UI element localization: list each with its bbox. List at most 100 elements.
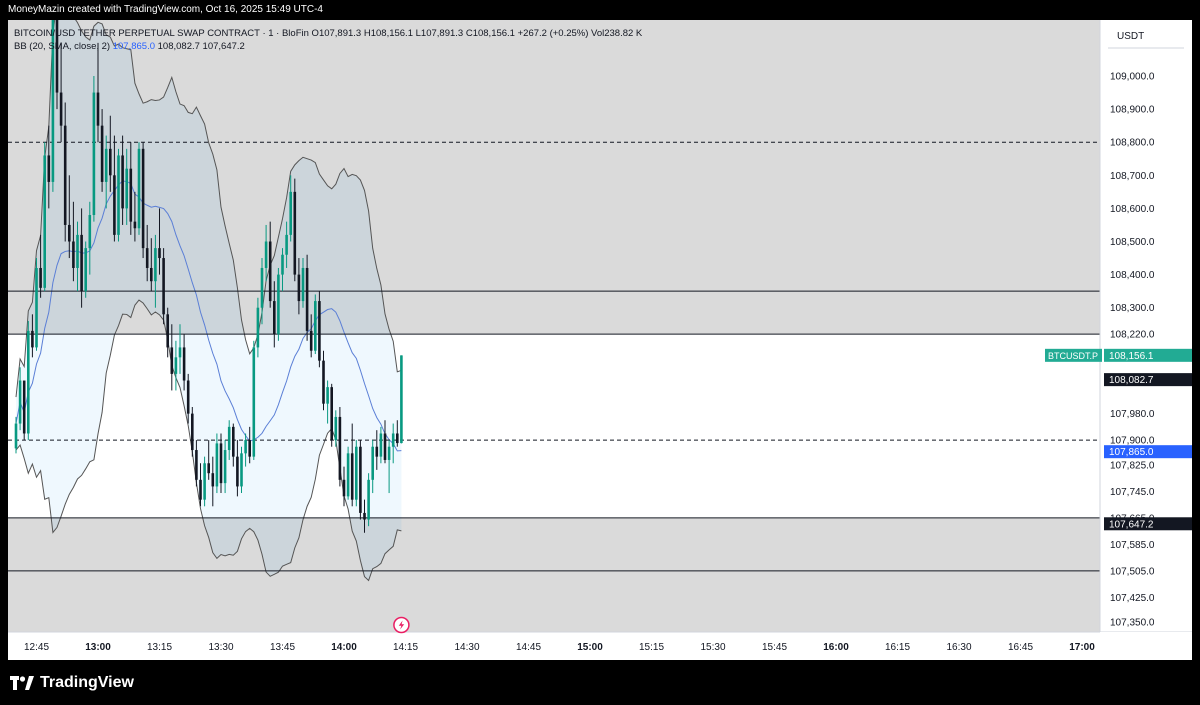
legend-change: +267.2 (+0.25%) xyxy=(517,28,589,39)
candle-body xyxy=(363,512,366,520)
price-tick-label: 108,220.0 xyxy=(1110,330,1155,341)
candle-body xyxy=(186,380,190,414)
legend-h-label: H xyxy=(363,28,371,39)
bb-indicator-name[interactable]: BB (20, SMA, close, 2) xyxy=(14,41,110,52)
candle-body xyxy=(145,248,149,268)
legend-low: 107,891.3 xyxy=(420,28,464,39)
candle-body xyxy=(162,258,165,315)
legend-symbol[interactable]: BITCOIN/USD TETHER PERPETUAL SWAP CONTRA… xyxy=(14,28,309,39)
candle-body xyxy=(355,446,358,500)
candle-body xyxy=(297,274,301,302)
price-tick-label: 108,700.0 xyxy=(1110,171,1155,182)
time-tick-label: 15:30 xyxy=(700,642,725,653)
candle-body xyxy=(375,446,379,457)
candle-body xyxy=(191,413,194,451)
candle-body xyxy=(367,479,370,520)
candle-body xyxy=(170,347,174,374)
candle-body xyxy=(76,234,79,268)
candle-body xyxy=(244,440,247,454)
legend-o-label: O xyxy=(311,28,319,39)
candle-body xyxy=(346,453,350,497)
time-tick-label: 14:45 xyxy=(516,642,541,653)
chart-frame[interactable]: USDT 109,000.0 108,900.0 108,800.0 108,700.0… xyxy=(8,20,1192,660)
price-tick-label: 108,600.0 xyxy=(1110,204,1155,215)
candle-body xyxy=(264,241,268,268)
candle-body xyxy=(350,453,354,500)
candle-body xyxy=(326,387,329,404)
price-tick-label: 107,505.0 xyxy=(1110,566,1155,577)
candle-body xyxy=(166,314,169,348)
candle-body xyxy=(92,92,96,216)
candle-body xyxy=(63,125,67,225)
candle-body xyxy=(68,224,71,242)
candle-body xyxy=(232,426,235,457)
candle-body xyxy=(84,248,87,292)
candle-body xyxy=(342,479,346,497)
time-tick-label: 14:15 xyxy=(393,642,418,653)
candle-body xyxy=(154,248,157,282)
candle-body xyxy=(59,92,63,126)
candlestick-chart[interactable]: USDT 109,000.0 108,900.0 108,800.0 108,700.0… xyxy=(8,20,1192,660)
price-label-value: 107,865.0 xyxy=(1109,447,1154,458)
candle-body xyxy=(129,168,133,222)
candle-body xyxy=(39,267,42,288)
price-tick-label: 109,000.0 xyxy=(1110,72,1155,83)
candle-body xyxy=(195,450,198,480)
time-tick-label: 16:45 xyxy=(1008,642,1033,653)
candle-body xyxy=(121,155,124,209)
legend-c-label: C xyxy=(465,28,473,39)
candle-body xyxy=(18,380,22,424)
candle-body xyxy=(301,267,305,302)
candle-body xyxy=(35,267,38,348)
time-tick-label: 15:45 xyxy=(762,642,787,653)
price-tick-label: 108,300.0 xyxy=(1110,303,1155,314)
brand-name: TradingView xyxy=(40,674,134,691)
candle-body xyxy=(281,254,284,275)
candle-body xyxy=(203,463,206,500)
candle-body xyxy=(96,92,100,126)
candle-body xyxy=(43,155,46,288)
candle-body xyxy=(182,347,186,381)
candle-body xyxy=(248,440,251,457)
time-tick-label: 14:00 xyxy=(331,642,357,653)
candle-body xyxy=(31,330,34,348)
legend-high: 108,156.1 xyxy=(370,28,413,39)
price-tick-label: 108,400.0 xyxy=(1110,270,1155,281)
candle-body xyxy=(322,360,325,404)
candle-body xyxy=(211,473,215,487)
candle-body xyxy=(318,301,321,361)
chart-credit: MoneyMazin created with TradingView.com,… xyxy=(8,4,323,15)
candle-body xyxy=(383,433,387,460)
candle-body xyxy=(305,267,309,331)
axis-corner xyxy=(1100,632,1192,660)
time-tick-label: 15:00 xyxy=(577,642,603,653)
candle-body xyxy=(391,433,395,447)
time-tick-label: 16:15 xyxy=(885,642,910,653)
candle-body xyxy=(285,234,288,255)
candle-body xyxy=(252,347,256,457)
price-label-value: 108,156.1 xyxy=(1109,351,1154,362)
candle-body xyxy=(150,267,153,282)
price-tick-label: 108,800.0 xyxy=(1110,138,1155,149)
candle-body xyxy=(268,241,272,302)
tradingview-logo: TradingView xyxy=(10,672,134,694)
candle-body xyxy=(240,453,243,487)
legend-volume: Vol238.82 K xyxy=(591,28,643,39)
candle-body xyxy=(47,155,51,182)
candle-body xyxy=(14,423,18,449)
candle-body xyxy=(293,191,297,275)
candle-body xyxy=(178,347,182,358)
candle-body xyxy=(273,301,276,335)
candle-body xyxy=(387,446,391,460)
candle-body xyxy=(334,416,338,441)
candle-body xyxy=(223,450,227,484)
candle-body xyxy=(113,175,116,235)
candle-body xyxy=(215,443,219,487)
candle-body xyxy=(314,301,317,351)
candle-body xyxy=(227,426,231,451)
time-tick-label: 13:45 xyxy=(270,642,295,653)
time-tick-label: 12:45 xyxy=(24,642,49,653)
price-tick-label: 107,350.0 xyxy=(1110,618,1155,629)
candle-body xyxy=(379,433,383,457)
candle-body xyxy=(371,446,374,480)
